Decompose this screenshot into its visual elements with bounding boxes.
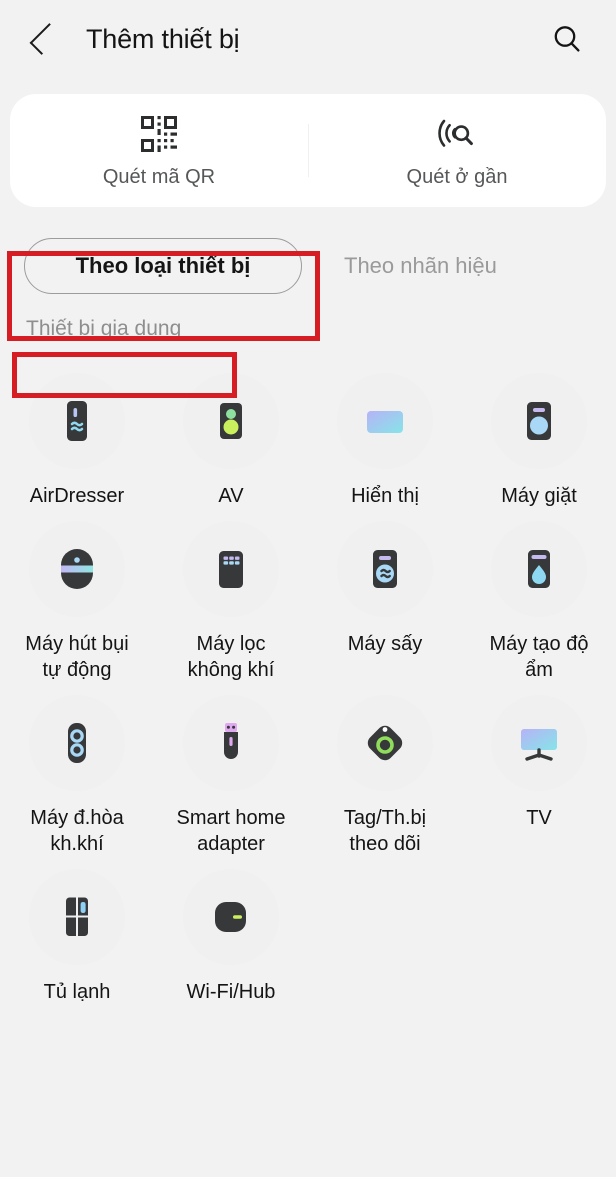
- smart-tag-icon: [367, 725, 403, 761]
- humidifier-icon: [528, 550, 550, 588]
- device-label: Máy hút bụi tự động: [25, 633, 129, 681]
- device-label: Smart home adapter: [176, 807, 286, 855]
- smart-home-adapter-icon: [224, 723, 238, 759]
- av-speaker-icon: [220, 403, 242, 439]
- search-button[interactable]: [544, 16, 590, 62]
- device-item-air-conditioner[interactable]: Máy đ.hòa kh.khí: [0, 689, 154, 857]
- device-item-dryer[interactable]: Máy sấy: [308, 515, 462, 683]
- device-label: TV: [526, 807, 552, 829]
- wifi-hub-icon: [215, 902, 246, 932]
- device-icon-bubble: [183, 695, 279, 791]
- device-icon-bubble: [491, 695, 587, 791]
- device-label: Wi-Fi/Hub: [186, 981, 276, 1003]
- air-purifier-icon: [219, 551, 243, 588]
- device-icon-bubble: [183, 373, 279, 469]
- device-label: Hiển thị: [351, 485, 419, 507]
- page-title: Thêm thiết bị: [86, 23, 240, 54]
- device-icon-bubble: [29, 521, 125, 617]
- scan-nearby-label: Quét ở gần: [406, 166, 508, 188]
- display-icon: [367, 411, 403, 433]
- air-conditioner-icon: [68, 723, 86, 763]
- device-label: Máy lọc không khí: [187, 633, 275, 681]
- device-label: Tủ lạnh: [43, 981, 111, 1003]
- tab-by-brand[interactable]: Theo nhãn hiệu: [344, 253, 497, 279]
- scan-qr-label: Quét mã QR: [102, 166, 216, 188]
- device-label: Máy đ.hòa kh.khí: [30, 807, 124, 855]
- device-item-washing-machine[interactable]: Máy giặt: [462, 367, 616, 509]
- device-item-air-purifier[interactable]: Máy lọc không khí: [154, 515, 308, 683]
- device-icon-bubble: [491, 521, 587, 617]
- washing-machine-icon: [527, 402, 551, 440]
- device-item-robot-vacuum[interactable]: Máy hút bụi tự động: [0, 515, 154, 683]
- qr-code-icon: [141, 116, 177, 152]
- refrigerator-icon: [66, 897, 88, 936]
- device-item-humidifier[interactable]: Máy tạo độ ẩm: [462, 515, 616, 683]
- filter-tabs: Theo loại thiết bị Theo nhãn hiệu: [0, 229, 616, 303]
- dryer-icon: [373, 550, 397, 588]
- device-icon-bubble: [491, 373, 587, 469]
- section-label-home-appliances: Thiết bị gia dụng: [26, 317, 182, 340]
- airdresser-icon: [67, 401, 87, 441]
- device-item-tv[interactable]: TV: [462, 689, 616, 857]
- search-icon: [554, 26, 580, 52]
- device-label: Máy sấy: [347, 633, 423, 655]
- scan-nearby-option[interactable]: Quét ở gần: [308, 112, 606, 189]
- device-icon-bubble: [183, 521, 279, 617]
- device-label: AirDresser: [29, 485, 125, 507]
- device-grid: AirDresser AV Hiển thị Máy giặt Máy hút …: [0, 367, 616, 1005]
- device-item-refrigerator[interactable]: Tủ lạnh: [0, 863, 154, 1005]
- device-item-av[interactable]: AV: [154, 367, 308, 509]
- device-icon-bubble: [183, 869, 279, 965]
- device-icon-bubble: [29, 695, 125, 791]
- device-label: Máy giặt: [501, 485, 577, 507]
- device-item-smart-home-adapter[interactable]: Smart home adapter: [154, 689, 308, 857]
- device-label: Tag/Th.bị theo dõi: [343, 807, 427, 855]
- device-item-airdresser[interactable]: AirDresser: [0, 367, 154, 509]
- device-icon-bubble: [337, 695, 433, 791]
- back-button[interactable]: [20, 17, 64, 61]
- tv-icon: [521, 729, 557, 761]
- robot-vacuum-icon: [61, 549, 93, 589]
- tab-by-device-type[interactable]: Theo loại thiết bị: [24, 238, 302, 294]
- device-icon-bubble: [29, 869, 125, 965]
- device-icon-bubble: [29, 373, 125, 469]
- device-icon-bubble: [337, 521, 433, 617]
- device-icon-bubble: [337, 373, 433, 469]
- app-header: Thêm thiết bị: [0, 0, 616, 78]
- scan-qr-option[interactable]: Quét mã QR: [10, 112, 308, 189]
- device-item-display[interactable]: Hiển thị: [308, 367, 462, 509]
- device-label: Máy tạo độ ẩm: [489, 633, 589, 681]
- nearby-scan-icon: [438, 119, 473, 147]
- chevron-left-icon: [29, 23, 61, 55]
- device-label: AV: [218, 485, 244, 507]
- device-item-smart-tag[interactable]: Tag/Th.bị theo dõi: [308, 689, 462, 857]
- scan-options-card: Quét mã QR Quét ở gần: [10, 94, 606, 207]
- device-item-wifi-hub[interactable]: Wi-Fi/Hub: [154, 863, 308, 1005]
